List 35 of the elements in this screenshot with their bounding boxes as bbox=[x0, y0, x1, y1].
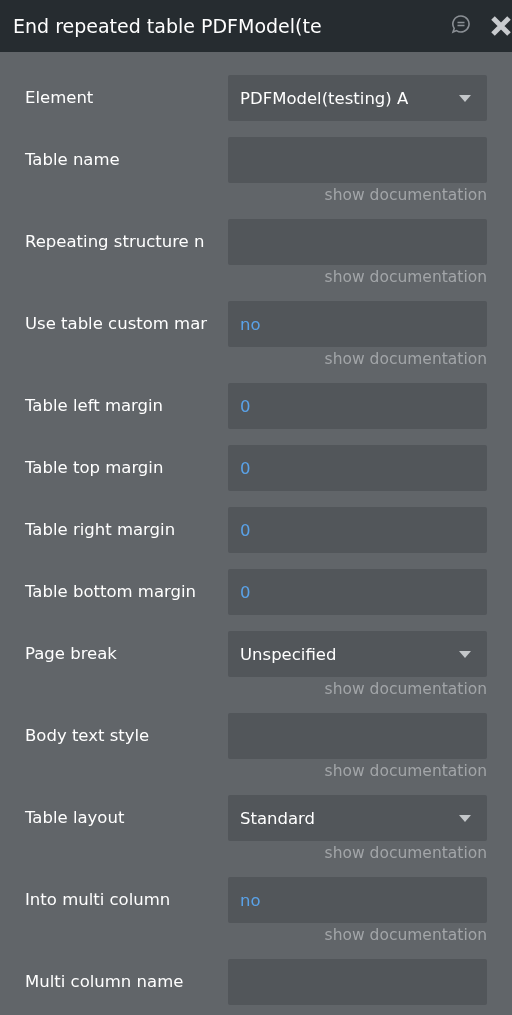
input-field[interactable]: no bbox=[228, 301, 487, 347]
field-label: Table top margin bbox=[25, 457, 165, 479]
dropdown[interactable]: Standard bbox=[228, 795, 487, 841]
field-label: Table layout bbox=[25, 807, 126, 829]
documentation-link[interactable]: show documentation bbox=[324, 844, 487, 862]
input-field[interactable]: 0 bbox=[228, 445, 487, 491]
close-icon[interactable] bbox=[490, 15, 512, 37]
field-label: Element bbox=[25, 87, 95, 109]
caret-icon bbox=[459, 815, 471, 822]
input-field[interactable]: 0 bbox=[228, 507, 487, 553]
field-label: Page break bbox=[25, 643, 118, 665]
input-field[interactable]: 0 bbox=[228, 569, 487, 615]
documentation-link[interactable]: show documentation bbox=[324, 350, 487, 368]
field-label: Table left margin bbox=[25, 395, 165, 417]
field-label: Use table custom mar bbox=[25, 313, 209, 335]
field-label: Multi column name bbox=[25, 971, 185, 993]
field-label: Into multi column bbox=[25, 889, 172, 911]
caret-icon bbox=[459, 651, 471, 658]
comment-icon[interactable] bbox=[451, 14, 471, 34]
window-title: End repeated table PDFModel(te bbox=[13, 15, 322, 37]
field-label: Body text style bbox=[25, 725, 151, 747]
dropdown[interactable]: Unspecified bbox=[228, 631, 487, 677]
field-label: Table name bbox=[25, 149, 121, 171]
documentation-link[interactable]: show documentation bbox=[324, 186, 487, 204]
documentation-link[interactable]: show documentation bbox=[324, 680, 487, 698]
field-label: Table right margin bbox=[25, 519, 177, 541]
documentation-link[interactable]: show documentation bbox=[324, 926, 487, 944]
input-field[interactable]: no bbox=[228, 877, 487, 923]
field-label: Repeating structure n bbox=[25, 231, 206, 253]
documentation-link[interactable]: show documentation bbox=[324, 268, 487, 286]
input-field[interactable]: 0 bbox=[228, 383, 487, 429]
caret-icon bbox=[459, 95, 471, 102]
field-label: Table bottom margin bbox=[25, 581, 198, 603]
dropdown[interactable]: PDFModel(testing) A bbox=[228, 75, 487, 121]
documentation-link[interactable]: show documentation bbox=[324, 762, 487, 780]
